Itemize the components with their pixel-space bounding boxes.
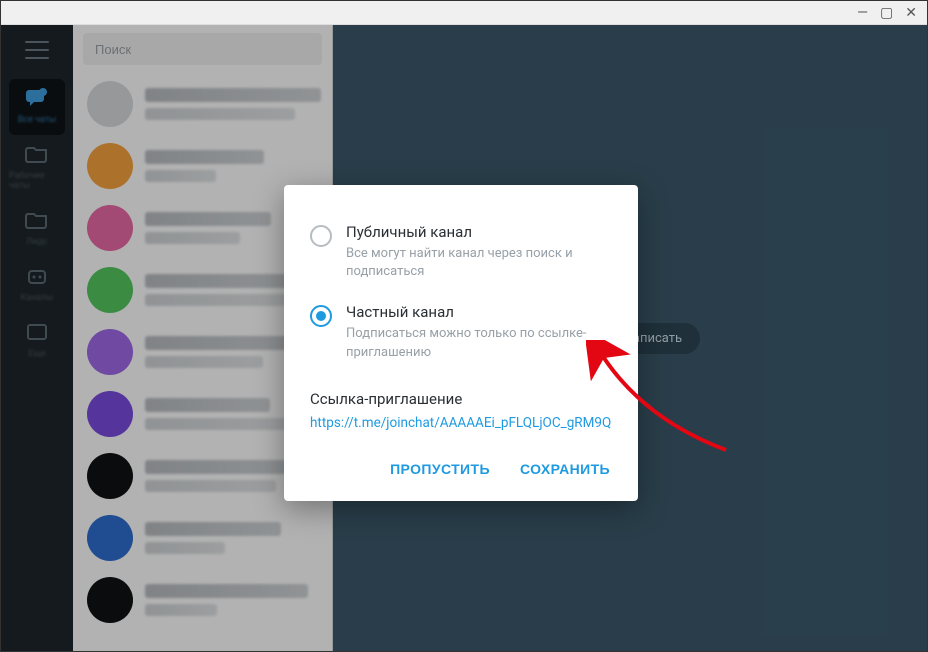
maximize-button[interactable]: ▢ [880,6,893,20]
invite-link-label: Ссылка-приглашение [310,390,612,408]
channel-type-dialog: Публичный канал Все могут найти канал че… [284,185,638,501]
option-description: Подписаться можно только по ссылке-пригл… [346,325,612,361]
skip-button[interactable]: ПРОПУСТИТЬ [390,461,490,477]
save-button[interactable]: СОХРАНИТЬ [520,461,610,477]
window-titlebar: — ▢ ✕ [1,1,927,25]
invite-link-section: Ссылка-приглашение https://t.me/joinchat… [284,374,638,442]
option-public-channel[interactable]: Публичный канал Все могут найти канал че… [284,213,638,293]
close-button[interactable]: ✕ [905,6,917,20]
option-description: Все могут найти канал через поиск и подп… [346,245,612,281]
invite-link-value[interactable]: https://t.me/joinchat/AAAAAEi_pFLQLjOC_g… [310,414,612,434]
app-window: — ▢ ✕ Все чатыРабочие чатыЛидсКаналыЕще … [0,0,928,652]
minimize-button[interactable]: — [857,6,868,20]
app-body: Все чатыРабочие чатыЛидсКаналыЕще …ли бы… [1,25,927,651]
option-title: Частный канал [346,303,612,321]
option-title: Публичный канал [346,223,612,241]
radio-unchecked-icon [310,225,332,247]
radio-checked-icon [310,305,332,327]
option-private-channel[interactable]: Частный канал Подписаться можно только п… [284,293,638,373]
dialog-buttons: ПРОПУСТИТЬ СОХРАНИТЬ [284,441,638,487]
